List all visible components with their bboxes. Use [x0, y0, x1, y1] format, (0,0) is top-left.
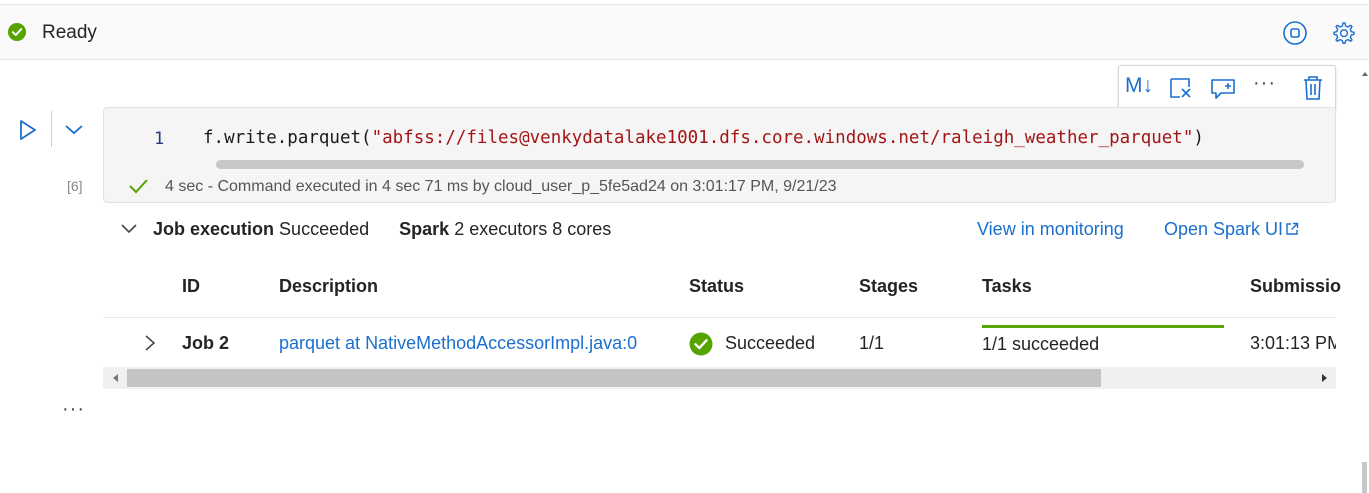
tasks-progress-bar — [982, 325, 1224, 328]
column-header-submission[interactable]: Submissio — [1250, 276, 1341, 297]
open-spark-ui-link[interactable]: Open Spark UI — [1164, 219, 1299, 240]
job-status: Succeeded — [725, 333, 816, 353]
code-close-paren: ) — [1193, 128, 1204, 148]
job-execution-status: Succeeded — [279, 219, 370, 239]
more-options-icon[interactable]: ··· — [1253, 72, 1281, 98]
external-link-icon — [1286, 222, 1299, 235]
spark-label: Spark — [399, 219, 450, 239]
job-submission-time: 3:01:13 PM — [1250, 333, 1336, 353]
job-stages: 1/1 — [859, 333, 885, 353]
notebook-cell-view: Ready M↓ ··· [6] ··· 1 f.write.parquet("… — [0, 0, 1369, 493]
code-string-literal: "abfss://files@venkydatalake1001.dfs.cor… — [371, 128, 1194, 148]
code-call: f.write.parquet( — [203, 128, 372, 148]
chevron-down-icon[interactable] — [120, 222, 138, 236]
code-line[interactable]: f.write.parquet("abfss://files@venkydata… — [203, 128, 1204, 148]
table-row-divider — [103, 317, 1336, 318]
scroll-right-arrow-icon[interactable] — [1319, 373, 1329, 383]
open-spark-ui-label: Open Spark UI — [1164, 219, 1284, 239]
stop-session-icon[interactable] — [1282, 20, 1308, 46]
scroll-up-arrow-icon[interactable] — [1361, 70, 1369, 78]
job-description-link[interactable]: parquet at NativeMethodAccessorImpl.java… — [279, 333, 637, 354]
editor-horizontal-scrollbar[interactable] — [216, 160, 1304, 169]
column-header-stages[interactable]: Stages — [859, 276, 918, 297]
success-check-icon — [689, 332, 713, 356]
convert-to-markdown-button[interactable]: M↓ — [1125, 74, 1159, 100]
table-scrollbar-thumb[interactable] — [127, 369, 1101, 387]
table-horizontal-scrollbar[interactable] — [103, 367, 1336, 389]
column-header-tasks[interactable]: Tasks — [982, 276, 1032, 297]
job-id: Job 2 — [182, 333, 230, 353]
run-divider — [51, 111, 52, 147]
column-header-id[interactable]: ID — [182, 276, 200, 297]
chevron-down-icon[interactable] — [63, 120, 85, 138]
cell-toolbar: M↓ ··· — [1118, 65, 1336, 111]
column-header-status[interactable]: Status — [689, 276, 744, 297]
spark-info: 2 executors 8 cores — [454, 219, 612, 239]
cell-more-options-icon[interactable]: ··· — [62, 398, 85, 421]
job-execution-summary: Job execution Succeeded Spark 2 executor… — [153, 219, 611, 240]
run-cell-icon[interactable] — [17, 118, 39, 142]
vertical-scrollbar-thumb[interactable] — [1362, 462, 1367, 493]
status-bar: Ready — [0, 4, 1369, 60]
job-execution-label: Job execution — [153, 219, 275, 239]
execution-success-check-icon — [129, 179, 148, 194]
add-comment-icon[interactable] — [1209, 75, 1237, 101]
clear-output-icon[interactable] — [1167, 75, 1195, 101]
execution-count: [6] — [67, 178, 83, 194]
execution-summary: 4 sec - Command executed in 4 sec 71 ms … — [165, 178, 837, 195]
column-header-description[interactable]: Description — [279, 276, 378, 297]
scroll-left-arrow-icon[interactable] — [111, 373, 121, 383]
code-cell-editor[interactable]: 1 f.write.parquet("abfss://files@venkyda… — [103, 107, 1336, 203]
view-in-monitoring-link[interactable]: View in monitoring — [977, 219, 1124, 240]
line-number: 1 — [154, 129, 165, 149]
gear-icon[interactable] — [1330, 20, 1356, 46]
success-check-icon — [8, 23, 26, 41]
delete-cell-icon[interactable] — [1299, 75, 1327, 101]
chevron-right-icon[interactable] — [144, 334, 156, 352]
job-tasks: 1/1 succeeded — [982, 334, 1100, 354]
session-status-text: Ready — [42, 22, 97, 43]
